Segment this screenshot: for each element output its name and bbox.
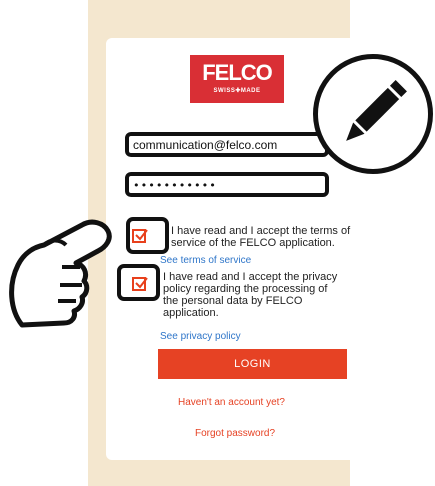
pointing-hand-icon [9, 219, 112, 328]
privacy-text-line-2: policy regarding the processing of [163, 283, 328, 295]
checkmark-icon [135, 229, 148, 241]
terms-text: I have read and I accept the terms of se… [171, 225, 361, 249]
logo-brand: FELCO [202, 60, 273, 85]
terms-text-line-1: I have read and I accept the terms of [171, 225, 351, 237]
terms-checkbox[interactable] [132, 229, 148, 243]
email-field-frame [125, 132, 329, 157]
privacy-checkbox[interactable] [132, 277, 148, 291]
login-button[interactable]: LOGIN [158, 349, 347, 379]
privacy-text: I have read and I accept the privacy pol… [163, 271, 353, 319]
logo-tagline: SWISS✚MADE [213, 88, 261, 94]
checkmark-icon [135, 277, 148, 289]
edit-highlight [313, 54, 433, 174]
privacy-text-line-1: I have read and I accept the privacy [163, 271, 338, 283]
password-field-frame [125, 172, 329, 197]
privacy-text-line-4: application. [163, 307, 219, 319]
felco-logo: FELCO SWISS✚MADE [190, 55, 284, 103]
pencil-icon [346, 80, 407, 141]
password-field[interactable] [129, 177, 325, 194]
privacy-text-line-3: the personal data by FELCO [163, 295, 303, 307]
terms-text-line-2: service of the FELCO application. [171, 237, 335, 249]
email-field[interactable] [129, 136, 325, 154]
signup-link[interactable]: Haven't an account yet? [178, 397, 285, 408]
privacy-link[interactable]: See privacy policy [160, 331, 241, 342]
terms-link[interactable]: See terms of service [160, 255, 251, 266]
forgot-password-link[interactable]: Forgot password? [195, 428, 275, 439]
